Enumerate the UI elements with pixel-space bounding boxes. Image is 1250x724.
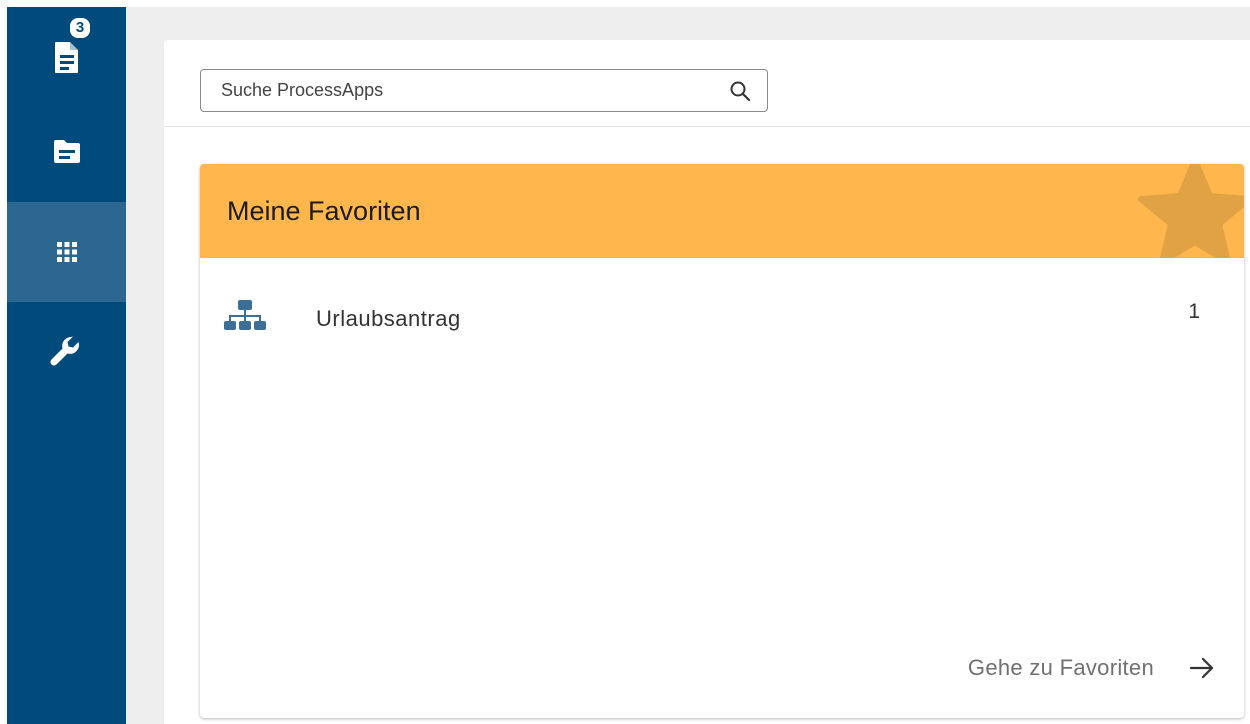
favorites-title: Meine Favoriten bbox=[227, 196, 421, 226]
apps-grid-icon bbox=[47, 232, 87, 272]
app-window: 3 Suche ProcessApps Meine Favoriten Urla… bbox=[0, 0, 1250, 724]
go-to-favorites-link[interactable]: Gehe zu Favoriten bbox=[920, 648, 1220, 688]
sidebar-item-tools[interactable] bbox=[7, 302, 126, 402]
search-icon[interactable] bbox=[729, 80, 751, 102]
sidebar-item-tasks[interactable]: 3 bbox=[7, 7, 126, 107]
go-to-favorites-label: Gehe zu Favoriten bbox=[967, 655, 1154, 680]
sidebar: 3 bbox=[7, 7, 126, 724]
folder-icon bbox=[47, 132, 87, 172]
task-list-icon bbox=[47, 37, 87, 77]
arrow-right-icon bbox=[1188, 655, 1216, 681]
notification-badge: 3 bbox=[70, 18, 90, 38]
star-icon bbox=[1136, 164, 1244, 258]
wrench-icon bbox=[47, 332, 87, 372]
sidebar-item-apps[interactable] bbox=[7, 202, 126, 302]
main-area: Meine Favoriten bbox=[126, 7, 1250, 724]
favorites-header: Meine Favoriten bbox=[200, 164, 1244, 258]
sidebar-item-documents[interactable] bbox=[7, 102, 126, 202]
search-input[interactable] bbox=[201, 70, 721, 111]
content-panel: Meine Favoriten bbox=[164, 40, 1250, 724]
sitemap-icon bbox=[224, 300, 266, 334]
divider bbox=[164, 126, 1250, 127]
list-item-label: Urlaubsantrag bbox=[316, 306, 461, 331]
search-field[interactable] bbox=[200, 69, 768, 112]
list-item-count: 1 bbox=[1188, 300, 1200, 323]
list-item[interactable]: Urlaubsantrag 1 bbox=[200, 284, 1244, 354]
favorites-card: Meine Favoriten Urlaubsantrag 1 Gehe zu … bbox=[200, 164, 1244, 718]
